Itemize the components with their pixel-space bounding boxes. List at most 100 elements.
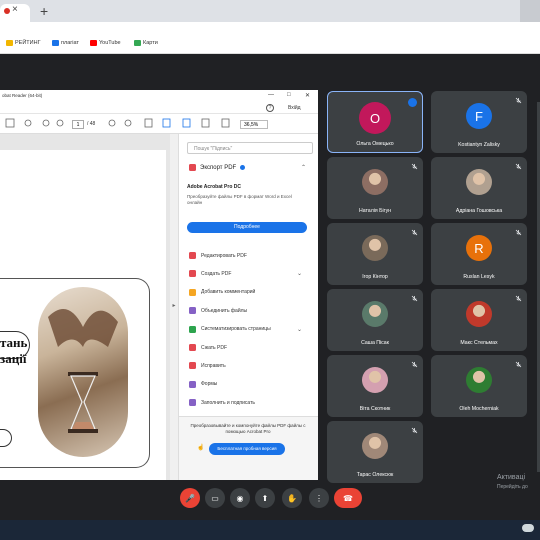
free-trial-button[interactable]: Бесплатная пробная версия	[209, 443, 285, 455]
tool-item[interactable]: Формы	[189, 380, 217, 388]
camera-icon: ▭	[211, 493, 219, 503]
zoom-in-icon	[124, 119, 132, 127]
close-icon[interactable]: ✕	[305, 92, 310, 99]
search-icon	[24, 119, 32, 127]
mic-off-icon: 🎤	[185, 493, 195, 503]
present-button[interactable]: ⬆	[255, 488, 275, 508]
tool-label: Исправить	[201, 362, 226, 369]
end-call-icon: ☎	[343, 493, 353, 503]
prev-page-icon	[42, 119, 50, 127]
participant-tile[interactable]: Oleh Mocherniak	[431, 355, 527, 417]
tool-icon	[189, 307, 196, 315]
small-oval	[0, 429, 12, 447]
participant-tile[interactable]: F Kostiantyn Zalisky	[431, 91, 527, 153]
participant-tile[interactable]: О Ольга Омецько	[327, 91, 423, 153]
toolbar-icons	[5, 118, 230, 128]
collapse-chevron-icon[interactable]: ⌃	[301, 164, 306, 171]
info-dot-icon	[240, 165, 246, 170]
participant-tile[interactable]: R Ruslan Lesyk	[431, 223, 527, 285]
avatar-photo	[466, 169, 492, 195]
hand-icon: ✋	[287, 493, 297, 503]
chevron-down-icon[interactable]: ⌄	[297, 326, 302, 333]
participant-tile[interactable]: Тарас Олексюк	[327, 421, 423, 483]
captions-icon: ◉	[236, 493, 244, 503]
participant-tile[interactable]: Адріана Гошовська	[431, 157, 527, 219]
tab-bar: × +	[0, 0, 540, 22]
tool-item[interactable]: Систематизировать страницы ⌄	[189, 325, 302, 333]
signin-link[interactable]: Вхійд	[288, 105, 301, 111]
mic-off-icon	[411, 163, 418, 170]
tool-item[interactable]: Заполнить и подписать	[189, 399, 255, 407]
tool-icon	[189, 380, 196, 388]
mic-off-button[interactable]: 🎤	[180, 488, 200, 508]
avatar-photo	[362, 301, 388, 327]
tool-label: Добавить комментарий	[201, 289, 256, 296]
export-pdf-header[interactable]: Экспорт PDF	[189, 164, 246, 171]
bookmark-youtube[interactable]: YouTube	[90, 40, 121, 46]
avatar: О	[359, 102, 391, 134]
close-tab-icon[interactable]: ×	[12, 4, 18, 15]
mic-off-icon	[411, 427, 418, 434]
participant-tile[interactable]: Наталія Бігун	[327, 157, 423, 219]
avatar: F	[466, 103, 492, 129]
mic-off-icon	[515, 295, 522, 302]
bookmark-plagiat[interactable]: плагіат	[52, 40, 79, 46]
slide-title-line1: тань	[0, 335, 28, 350]
camera-button[interactable]: ▭	[205, 488, 225, 508]
participant-tile[interactable]: Ігор Кінтор	[327, 223, 423, 285]
participant-name: Макс Стельмах	[460, 340, 498, 346]
tool-icon	[189, 252, 196, 259]
new-tab-button[interactable]: +	[40, 3, 48, 19]
participant-tile[interactable]: Макс Стельмах	[431, 289, 527, 351]
present-icon: ⬆	[261, 493, 269, 503]
page-number-input[interactable]: 1	[72, 120, 84, 129]
tool-icon-4	[221, 118, 230, 128]
tool-icon-1	[162, 118, 171, 128]
bookmarks-bar: РЕЙТИНГ плагіат YouTube Карти	[0, 34, 540, 54]
tool-item[interactable]: Сжать PDF	[189, 344, 227, 351]
tool-icon	[189, 362, 196, 370]
tool-item[interactable]: Редактировать PDF	[189, 252, 247, 259]
zoom-select[interactable]: 36,5%	[240, 120, 268, 129]
bookmark-maps[interactable]: Карти	[134, 40, 158, 46]
pane-collapse-handle[interactable]: ▸	[170, 134, 178, 480]
document-view: тань зації	[0, 134, 170, 480]
raise-hand-button[interactable]: ✋	[282, 488, 302, 508]
tools-pane: Пошук "Підпись" Экспорт PDF ⌃ Adobe Acro…	[178, 134, 318, 480]
maximize-icon[interactable]: □	[287, 92, 291, 98]
tool-label: Заполнить и подписать	[201, 399, 255, 406]
avatar-photo	[362, 367, 388, 393]
bookmark-rating[interactable]: РЕЙТИНГ	[6, 40, 41, 46]
end-call-button[interactable]: ☎	[334, 488, 362, 508]
participant-name: Oleh Mocherniak	[459, 406, 499, 412]
page-total: / 48	[87, 121, 96, 127]
tool-item[interactable]: Объединить файлы	[189, 307, 248, 315]
participant-tile[interactable]: Саша Пісак	[327, 289, 423, 351]
next-page-icon	[56, 119, 64, 127]
mic-off-icon	[515, 361, 522, 368]
participant-name: Тарас Олексюк	[356, 472, 394, 478]
tool-item[interactable]: Добавить комментарий	[189, 288, 256, 296]
activation-watermark-line2: Перейдіть до	[497, 484, 528, 490]
pdf-window-title: obat Reader (64-bit)	[2, 93, 43, 98]
tool-label: Сжать PDF	[201, 344, 228, 351]
participant-tile[interactable]: Віта Скотник	[327, 355, 423, 417]
pdf-titlebar: obat Reader (64-bit) — □ ✕	[0, 90, 318, 102]
chevron-down-icon[interactable]: ⌄	[297, 270, 302, 277]
os-taskbar	[0, 520, 540, 540]
tool-label: Объединить файлы	[201, 307, 248, 314]
tool-item[interactable]: Исправить	[189, 362, 226, 370]
fit-icon	[144, 118, 153, 128]
slide-frame: тань зації	[0, 278, 150, 468]
more-details-button[interactable]: Подробнее	[187, 222, 307, 233]
address-bar[interactable]	[0, 22, 540, 34]
tool-item[interactable]: Создать PDF ⌄	[189, 270, 302, 278]
participant-name: Саша Пісак	[361, 340, 389, 346]
participant-name: Ігор Кінтор	[362, 274, 388, 280]
more-options-button[interactable]: ⋮	[309, 488, 329, 508]
participant-name: Віта Скотник	[359, 406, 391, 412]
captions-button[interactable]: ◉	[230, 488, 250, 508]
help-icon[interactable]: ?	[266, 104, 274, 112]
tools-search-input[interactable]: Пошук "Підпись"	[187, 142, 313, 154]
minimize-icon[interactable]: —	[268, 92, 274, 98]
